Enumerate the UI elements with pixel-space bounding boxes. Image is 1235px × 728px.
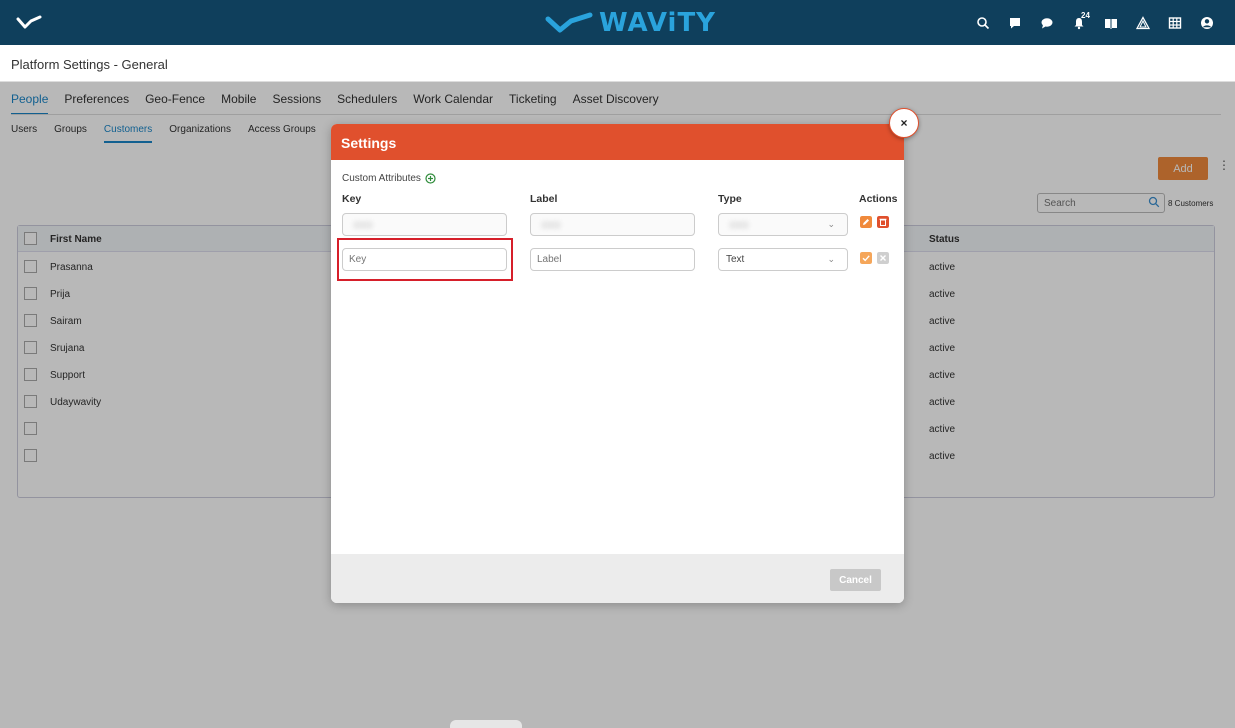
add-circle-icon[interactable] [425, 173, 436, 184]
redacted-value [541, 221, 561, 229]
type-select-value: Text [726, 254, 745, 265]
discard-icon[interactable] [877, 252, 889, 264]
edit-icon[interactable] [860, 216, 872, 228]
key-input-highlight [337, 238, 513, 281]
modal-title: Settings [331, 124, 904, 160]
top-icon-group: 24 [967, 0, 1223, 45]
redacted-value [729, 221, 749, 229]
chevron-down-icon: ⌄ [827, 254, 835, 264]
custom-attributes-label: Custom Attributes [342, 173, 421, 184]
page-title: Platform Settings - General [11, 57, 168, 72]
confirm-icon[interactable] [860, 252, 872, 264]
chat-bubble-icon[interactable] [1031, 0, 1063, 45]
close-modal-button[interactable]: × [889, 108, 919, 138]
notification-count-badge: 24 [1081, 11, 1090, 20]
delete-icon[interactable] [877, 216, 889, 228]
bottom-tab-handle[interactable] [450, 720, 522, 728]
page-title-bar: Platform Settings - General [0, 45, 1235, 82]
chat-square-icon[interactable] [999, 0, 1031, 45]
cancel-button[interactable]: Cancel [830, 569, 881, 591]
search-icon[interactable] [967, 0, 999, 45]
modal-footer: Cancel [331, 554, 904, 603]
custom-attributes-heading: Custom Attributes [342, 173, 436, 184]
existing-key-field[interactable] [342, 213, 507, 236]
column-label: Label [530, 193, 558, 205]
existing-type-select[interactable]: ⌄ [718, 213, 848, 236]
brand-name: WAViTY [599, 8, 717, 38]
bell-icon[interactable]: 24 [1063, 0, 1095, 45]
book-icon[interactable] [1095, 0, 1127, 45]
wavity-menu-logo-icon[interactable] [16, 14, 42, 32]
brand-checkmark-icon [545, 12, 593, 33]
brand-logo: WAViTY [545, 8, 716, 38]
label-input[interactable] [530, 248, 695, 271]
top-navigation-bar: WAViTY 24 [0, 0, 1235, 45]
settings-modal: Settings Custom Attributes Key Label Typ… [331, 124, 904, 603]
alert-triangle-icon[interactable] [1127, 0, 1159, 45]
grid-icon[interactable] [1159, 0, 1191, 45]
column-type: Type [718, 193, 742, 205]
existing-label-field[interactable] [530, 213, 695, 236]
redacted-value [353, 221, 373, 229]
column-key: Key [342, 193, 362, 205]
user-avatar-icon[interactable] [1191, 0, 1223, 45]
close-icon: × [900, 116, 908, 130]
column-actions: Actions [859, 193, 898, 205]
type-select[interactable]: Text ⌄ [718, 248, 848, 271]
chevron-down-icon: ⌄ [827, 219, 835, 229]
